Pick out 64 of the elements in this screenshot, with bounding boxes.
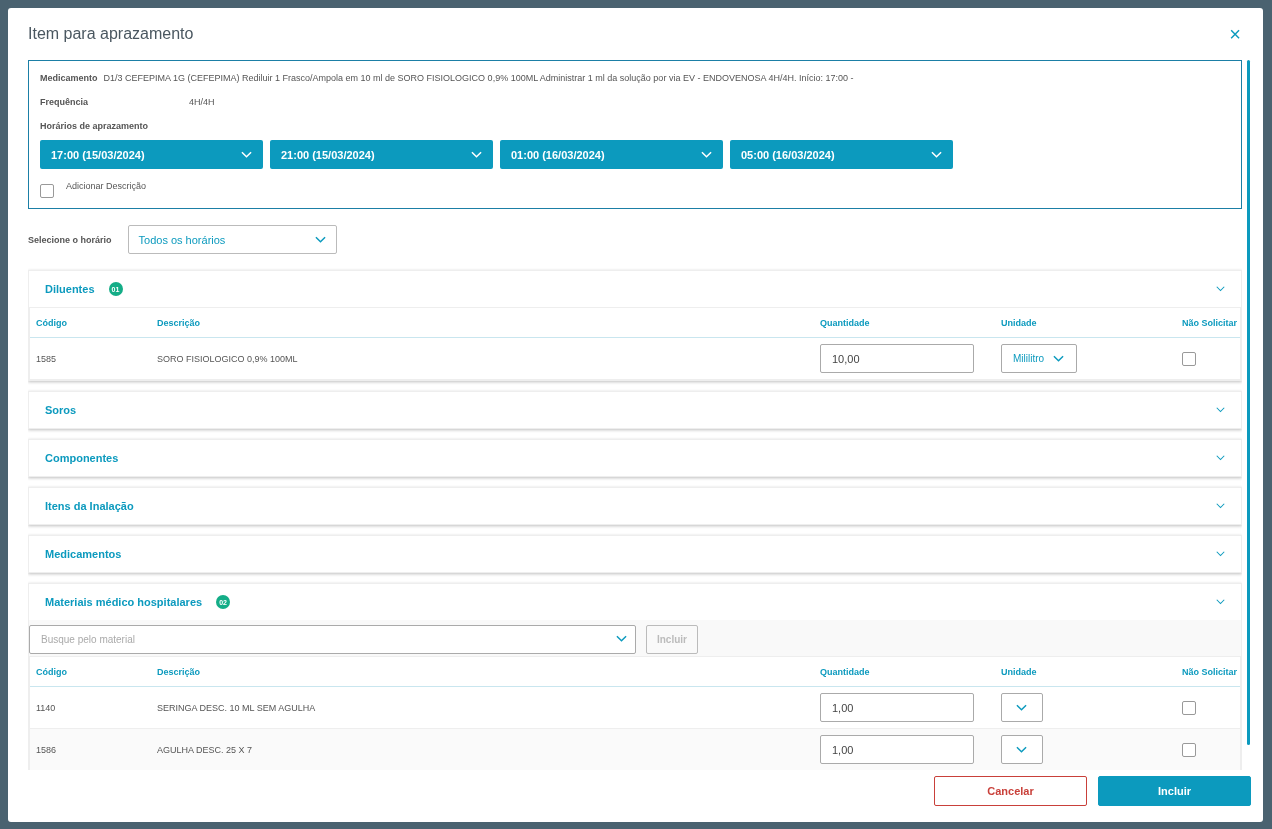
chevron-down-icon	[241, 150, 252, 159]
checkbox[interactable]	[40, 184, 54, 198]
schedule-dropdown[interactable]: 01:00 (16/03/2024)	[500, 140, 723, 169]
chevron-down-icon	[616, 635, 627, 643]
chevron-down-icon[interactable]	[1216, 407, 1225, 413]
column-header: Descrição	[157, 666, 202, 677]
frequency-value: 4H/4H	[189, 97, 215, 107]
chevron-down-icon	[701, 150, 712, 159]
unit-dropdown[interactable]	[1001, 693, 1043, 722]
scrollbar[interactable]	[1247, 60, 1250, 745]
schedule-dropdown[interactable]: 21:00 (15/03/2024)	[270, 140, 493, 169]
checkbox[interactable]	[1182, 352, 1196, 366]
table-cell-text: 1586	[36, 744, 58, 755]
chevron-down-icon	[931, 150, 942, 159]
schedule-dropdown[interactable]: 05:00 (16/03/2024)	[730, 140, 953, 169]
quantity-field[interactable]: 1,00	[820, 693, 974, 722]
time-filter-dropdown[interactable]: Todos os horários	[127, 225, 337, 254]
close-button[interactable]: ×	[1227, 24, 1243, 44]
frequency-label: Frequência	[40, 97, 89, 107]
chevron-down-icon[interactable]	[1216, 455, 1225, 461]
column-header: Código	[36, 666, 68, 677]
section-title[interactable]: Medicamentos	[45, 548, 122, 560]
section-title[interactable]: Materiais médico hospitalares	[45, 596, 203, 608]
table-cell-text: AGULHA DESC. 25 X 7	[157, 744, 254, 755]
chevron-down-icon	[1053, 354, 1065, 363]
chevron-down-icon	[314, 235, 326, 244]
quantity-field[interactable]: 10,00	[820, 344, 974, 373]
section-title[interactable]: Diluentes	[45, 283, 95, 295]
chevron-down-icon[interactable]	[1216, 503, 1225, 509]
cancel-button[interactable]: Cancelar	[934, 776, 1087, 806]
column-header: Unidade	[1001, 666, 1038, 677]
column-header: Não Solicitar	[1182, 666, 1238, 677]
checkbox[interactable]	[1182, 701, 1196, 715]
column-header: Código	[36, 317, 68, 328]
time-filter-label: Selecione o horário	[28, 234, 112, 245]
chevron-down-icon[interactable]	[1216, 551, 1225, 557]
column-header: Não Solicitar	[1182, 317, 1238, 328]
medication-label: Medicamento	[40, 73, 98, 83]
unit-dropdown[interactable]	[1001, 735, 1043, 764]
table-cell-text: SORO FISIOLOGICO 0,9% 100ML	[157, 353, 299, 364]
medication-text: D1/3 CEFEPIMA 1G (CEFEPIMA) Rediluir 1 Frasco/Ampola em 10 ml de SORO FISIOLOGICO 0,9% 100ML Administrar 1 ml da solução por via EV - ENDOVENOSA 4H/4H. Início: 17:00 -	[103, 73, 854, 83]
dialog-title: Item para aprazamento	[28, 25, 195, 43]
chevron-down-icon	[1016, 745, 1027, 754]
quantity-field[interactable]: 1,00	[820, 735, 974, 764]
chevron-down-icon	[471, 150, 482, 159]
section-title[interactable]: Soros	[45, 404, 77, 416]
section-title[interactable]: Itens da Inalação	[45, 500, 134, 512]
chevron-down-icon[interactable]	[1216, 286, 1225, 292]
include-button[interactable]: Incluir	[1098, 776, 1251, 806]
chevron-down-icon	[1016, 703, 1027, 712]
chevron-down-icon[interactable]	[1216, 599, 1225, 605]
schedule-label: Horários de aprazamento	[40, 121, 150, 131]
checkbox[interactable]	[1182, 743, 1196, 757]
section-title[interactable]: Componentes	[45, 452, 119, 464]
column-header: Quantidade	[820, 317, 871, 328]
schedule-dropdown[interactable]: 17:00 (15/03/2024)	[40, 140, 263, 169]
column-header: Unidade	[1001, 317, 1038, 328]
column-header: Quantidade	[820, 666, 871, 677]
table-cell-text: 1140	[36, 702, 57, 713]
table-cell-text: SERINGA DESC. 10 ML SEM AGULHA	[157, 702, 317, 713]
column-header: Descrição	[157, 317, 202, 328]
table-cell-text: 1585	[36, 353, 58, 364]
unit-dropdown[interactable]: Mililitro	[1001, 344, 1078, 373]
checkbox-label: Adicionar Descrição	[66, 181, 147, 191]
